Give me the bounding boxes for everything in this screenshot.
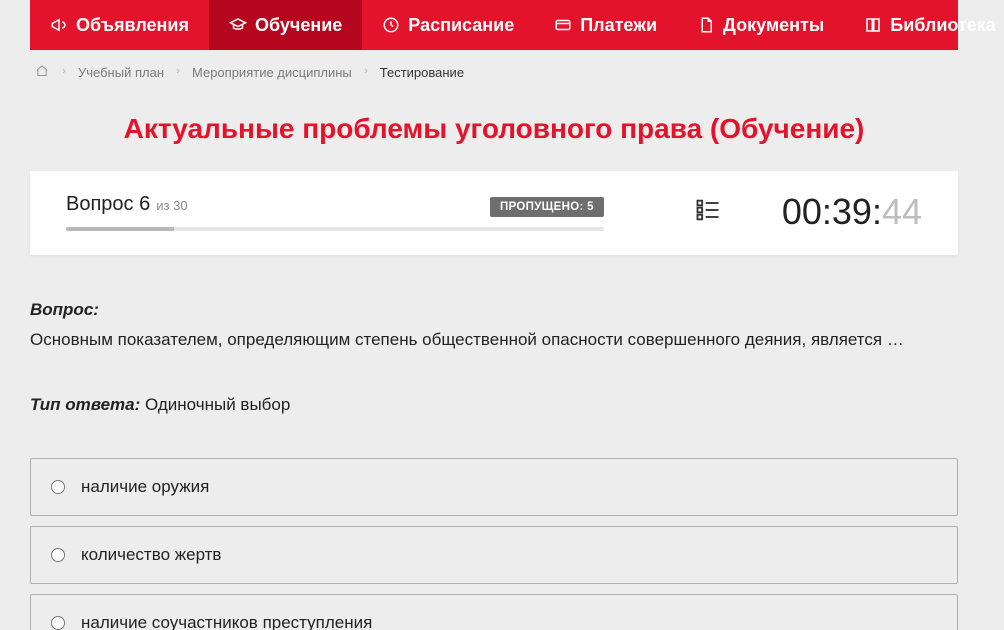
answer-type-value: Одиночный выбор bbox=[145, 395, 290, 414]
timer-minutes: 00 bbox=[782, 191, 822, 233]
payment-icon bbox=[554, 16, 572, 34]
question-progress: Вопрос 6 из 30 ПРОПУЩЕНО: 5 bbox=[66, 193, 604, 231]
page-title: Актуальные проблемы уголовного права (Об… bbox=[0, 95, 988, 171]
breadcrumb-separator bbox=[174, 65, 182, 80]
nav-payments[interactable]: Платежи bbox=[534, 0, 677, 50]
nav-label: Платежи bbox=[580, 15, 657, 36]
skipped-badge: ПРОПУЩЕНО: 5 bbox=[490, 197, 604, 217]
breadcrumb-separator bbox=[362, 65, 370, 80]
home-icon bbox=[34, 64, 50, 78]
nav-library[interactable]: Библиотека bbox=[844, 0, 1004, 50]
answer-option[interactable]: наличие соучастников преступления bbox=[30, 594, 958, 630]
answer-text: количество жертв bbox=[81, 545, 221, 565]
nav-label: Расписание bbox=[408, 15, 514, 36]
list-icon bbox=[694, 196, 722, 224]
nav-education[interactable]: Обучение bbox=[209, 0, 362, 50]
nav-documents[interactable]: Документы bbox=[677, 0, 844, 50]
answer-option[interactable]: наличие оружия bbox=[30, 458, 958, 516]
nav-schedule[interactable]: Расписание bbox=[362, 0, 534, 50]
breadcrumb-separator bbox=[60, 65, 68, 80]
answer-type-label: Тип ответа: bbox=[30, 395, 140, 414]
question-list-button[interactable] bbox=[694, 196, 722, 229]
answer-options: наличие оружия количество жертв наличие … bbox=[0, 458, 988, 630]
book-icon bbox=[864, 16, 882, 34]
question-text: Основным показателем, определяющим степе… bbox=[30, 327, 958, 353]
progress-bar bbox=[66, 227, 604, 231]
page: Объявления Обучение Расписание Платежи Д… bbox=[0, 0, 988, 630]
answer-radio[interactable] bbox=[51, 616, 65, 630]
breadcrumb-item-plan[interactable]: Учебный план bbox=[78, 65, 164, 80]
megaphone-icon bbox=[50, 16, 68, 34]
document-icon bbox=[697, 16, 715, 34]
clock-icon bbox=[382, 16, 400, 34]
answer-option[interactable]: количество жертв bbox=[30, 526, 958, 584]
timer-seconds: 39 bbox=[832, 191, 872, 233]
nav-announcements[interactable]: Объявления bbox=[30, 0, 209, 50]
timer-ms: 44 bbox=[882, 191, 922, 233]
viewport-scroll[interactable]: Объявления Обучение Расписание Платежи Д… bbox=[0, 0, 1004, 630]
breadcrumb: Учебный план Мероприятие дисциплины Тест… bbox=[0, 50, 988, 95]
breadcrumb-home[interactable] bbox=[34, 64, 50, 81]
nav-label: Библиотека bbox=[890, 15, 996, 36]
nav-label: Обучение bbox=[255, 15, 342, 36]
graduation-icon bbox=[229, 16, 247, 34]
question-total: из 30 bbox=[156, 198, 187, 213]
progress-panel: Вопрос 6 из 30 ПРОПУЩЕНО: 5 bbox=[30, 171, 958, 255]
progress-bar-fill bbox=[66, 227, 174, 231]
main-nav: Объявления Обучение Расписание Платежи Д… bbox=[30, 0, 958, 50]
question-body: Вопрос: Основным показателем, определяющ… bbox=[0, 255, 988, 418]
timer: 00:39:44 bbox=[782, 191, 922, 233]
answer-radio[interactable] bbox=[51, 480, 65, 494]
breadcrumb-item-testing: Тестирование bbox=[380, 65, 464, 80]
question-label: Вопрос: bbox=[30, 300, 99, 319]
question-number-label: Вопрос 6 bbox=[66, 193, 150, 216]
breadcrumb-item-event[interactable]: Мероприятие дисциплины bbox=[192, 65, 352, 80]
answer-radio[interactable] bbox=[51, 548, 65, 562]
answer-text: наличие соучастников преступления bbox=[81, 613, 372, 630]
nav-label: Документы bbox=[723, 15, 824, 36]
nav-label: Объявления bbox=[76, 15, 189, 36]
answer-text: наличие оружия bbox=[81, 477, 209, 497]
